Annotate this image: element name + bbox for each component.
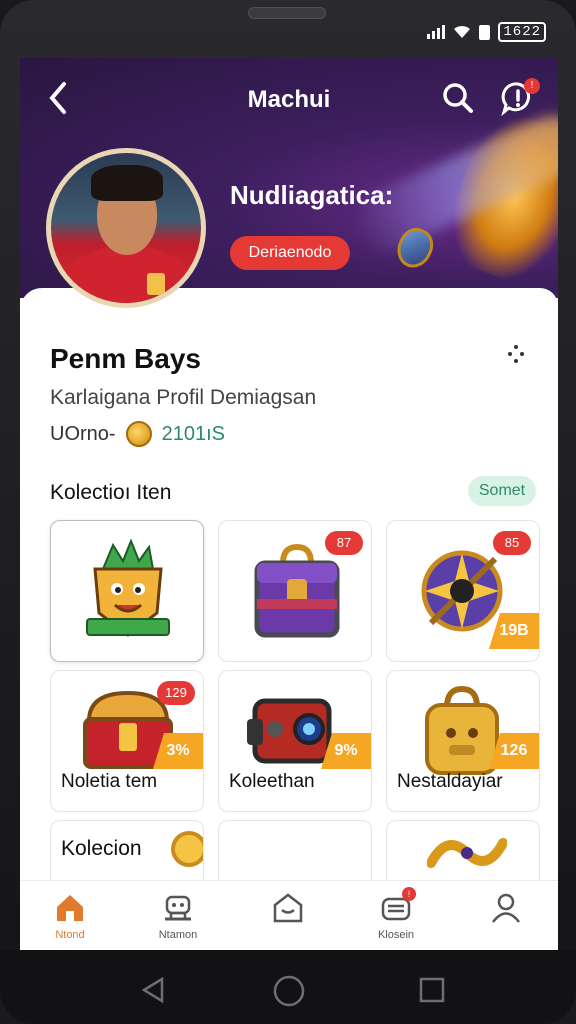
profile-card: Penm Bays Karlaigana Profil Demiagsan UO… xyxy=(20,288,558,950)
collection-item-purple-chest[interactable]: 87 xyxy=(218,520,372,662)
nav-store[interactable] xyxy=(248,891,328,929)
robot-icon xyxy=(165,895,191,921)
nav-label: Ntamon xyxy=(158,929,198,941)
nav-label: Ntond xyxy=(55,929,85,941)
phone-speaker xyxy=(248,7,326,19)
nav-label: Klosein xyxy=(377,929,415,941)
item-badge: 129 xyxy=(157,681,195,705)
signal-icon xyxy=(427,25,446,39)
notification-button[interactable]: ! xyxy=(500,78,540,117)
profile-name: Penm Bays xyxy=(50,343,201,374)
recents-square-icon[interactable] xyxy=(418,976,446,1004)
collection-filter-button[interactable]: Somet xyxy=(468,476,536,506)
item-badge: 87 xyxy=(325,531,363,555)
status-bar: 1622 xyxy=(20,22,558,52)
snake-icon xyxy=(427,838,507,868)
collection-item-machine[interactable]: 9% Koleethan xyxy=(218,670,372,812)
inbox-badge: ! xyxy=(402,887,416,901)
mascot-icon xyxy=(86,539,170,637)
collection-item-gold-bag[interactable]: 126 Nestaldayiar xyxy=(386,670,540,812)
top-bar: Machui ! xyxy=(20,58,558,138)
item-badge: 85 xyxy=(493,531,531,555)
battery-icon xyxy=(479,24,491,40)
avatar-hair xyxy=(91,165,163,201)
bottom-nav: Ntond Ntamon ! Klosein xyxy=(20,880,558,950)
home-circle-icon[interactable] xyxy=(272,974,306,1008)
wifi-icon xyxy=(454,25,471,38)
notification-badge: ! xyxy=(524,78,540,94)
item-label: Koleethan xyxy=(229,771,315,792)
phone-frame: 1622 Machui ! Nudliagatica: Deriaenodo P… xyxy=(0,0,576,1024)
item-label: Noletia tem xyxy=(61,771,158,792)
item-label: Kolecion xyxy=(61,837,142,860)
app-screen: Machui ! Nudliagatica: Deriaenodo Penm B… xyxy=(20,58,558,950)
stat-label: UOrno- xyxy=(50,422,116,445)
search-button[interactable] xyxy=(440,80,476,116)
nav-inbox[interactable]: ! Klosein xyxy=(356,887,436,941)
profile-subtitle: Karlaigana Profil Demiagsan xyxy=(50,386,317,409)
hero-headline: Nudliagatica: xyxy=(230,180,394,210)
store-icon xyxy=(273,893,303,923)
hero-tag-button[interactable]: Deriaenodo xyxy=(230,236,350,270)
search-icon xyxy=(443,83,473,113)
back-triangle-icon[interactable] xyxy=(140,976,166,1004)
collection-title: Kolectioı Iten xyxy=(50,481,172,504)
system-nav-bar xyxy=(0,950,576,1024)
status-time: 1622 xyxy=(498,22,546,42)
item-label: Nestaldayiar xyxy=(397,771,503,792)
nav-robot[interactable]: Ntamon xyxy=(138,891,218,941)
coin-icon xyxy=(171,831,203,867)
nav-home[interactable]: Ntond xyxy=(30,891,110,941)
avatar[interactable] xyxy=(46,148,206,308)
profile-stats: UOrno- 2101ıS xyxy=(50,421,225,447)
home-icon xyxy=(57,895,83,921)
team-crest-icon xyxy=(147,273,165,295)
collection-item-red-chest[interactable]: 129 3% Noletia tem xyxy=(50,670,204,812)
chest-icon xyxy=(254,543,340,638)
sparkle-icon xyxy=(508,345,524,363)
shield-icon xyxy=(421,550,503,632)
coin-icon xyxy=(125,421,152,447)
coin-balance: 2101ıS xyxy=(161,422,225,445)
collection-item-mascot[interactable] xyxy=(50,520,204,662)
nav-profile[interactable] xyxy=(466,891,546,929)
collection-grid: 87 85 19B 129 3% Noletia tem 9% Koleetha… xyxy=(50,520,540,950)
profile-icon xyxy=(492,893,520,923)
more-options-button[interactable] xyxy=(506,344,526,370)
collection-item-shield[interactable]: 85 19B xyxy=(386,520,540,662)
page-title: Machui xyxy=(247,86,331,113)
